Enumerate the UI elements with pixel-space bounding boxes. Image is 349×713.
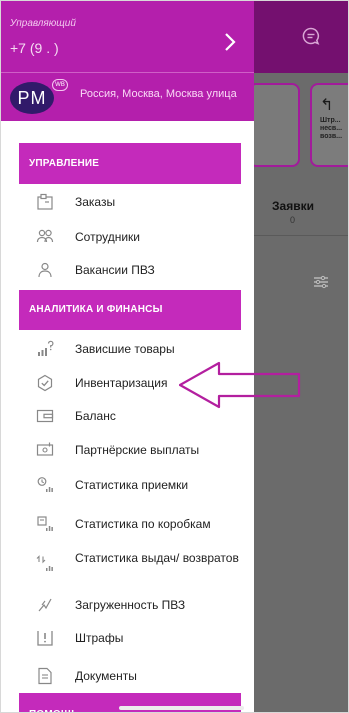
menu-item-stuck-goods[interactable]: Зависшие товары (19, 334, 249, 364)
section-help: ПОМОЩЬ (19, 693, 241, 712)
chevron-right-icon[interactable] (222, 32, 238, 52)
divider (254, 235, 348, 236)
tab-requests[interactable]: Заявки (272, 199, 314, 213)
menu-item-label: Штрафы (75, 631, 124, 645)
menu-item-acceptance-stats[interactable]: Статистика приемки (19, 470, 249, 500)
menu-item-orders[interactable]: Заказы (19, 187, 249, 217)
orders-icon (37, 193, 53, 210)
navigation-drawer: Управляющий +7 (9 . ) PM WB Россия, Моск… (1, 1, 254, 712)
menu-item-load[interactable]: Загруженность ПВЗ (19, 590, 249, 620)
menu-item-employees[interactable]: Сотрудники (19, 222, 249, 252)
employees-icon (36, 229, 54, 243)
background-header (254, 1, 348, 73)
menu-item-box-stats[interactable]: Статистика по коробкам (19, 509, 249, 539)
partner-payouts-icon (36, 442, 54, 456)
documents-icon (38, 667, 52, 685)
issue-return-stats-icon (36, 555, 53, 571)
balance-icon (36, 409, 54, 423)
return-arrow-icon: ↰ (320, 97, 334, 114)
drawer-header[interactable]: Управляющий +7 (9 . ) PM WB Россия, Моск… (1, 1, 254, 121)
acceptance-stats-icon (37, 477, 53, 492)
tab-requests-count: 0 (290, 215, 296, 225)
inventory-icon (37, 374, 53, 392)
section-management: УПРАВЛЕНИЕ (19, 143, 241, 184)
menu-item-issue-return-stats[interactable]: Статистика выдач/ возвратов (19, 549, 249, 579)
stuck-goods-icon (38, 340, 54, 356)
background-card-returns[interactable]: ↰ Штр... несв... возв... (310, 83, 348, 167)
user-role: Управляющий (10, 18, 76, 29)
background-card[interactable] (248, 83, 300, 167)
fines-icon (37, 631, 53, 646)
user-phone: +7 (9 . ) (10, 40, 59, 56)
menu-item-label: Статистика приемки (75, 478, 189, 492)
chat-icon[interactable] (302, 27, 320, 45)
menu-item-label: Статистика по коробкам (75, 517, 211, 531)
screen: ↰ Штр... несв... возв... Заявки 0 Управл… (0, 0, 349, 713)
menu-item-label: Заказы (75, 195, 116, 209)
avatar-badge: WB (52, 79, 68, 91)
background-app: ↰ Штр... несв... возв... Заявки 0 (248, 1, 348, 712)
avatar[interactable]: PM (10, 82, 54, 114)
menu-item-label: Партнёрские выплаты (75, 443, 200, 457)
menu-item-label: Вакансии ПВЗ (75, 263, 155, 277)
box-stats-icon (37, 516, 53, 531)
menu-item-label: Статистика выдач/ возвратов (75, 551, 239, 565)
menu-item-partner-payouts[interactable]: Партнёрские выплаты (19, 435, 249, 465)
menu-item-label: Документы (75, 669, 137, 683)
section-analytics: АНАЛИТИКА И ФИНАНСЫ (19, 290, 241, 330)
menu-item-fines[interactable]: Штрафы (19, 623, 249, 653)
filter-icon[interactable] (313, 275, 329, 289)
annotation-arrow-icon (179, 361, 301, 409)
vacancies-icon (38, 262, 52, 278)
menu-item-label: Загруженность ПВЗ (75, 598, 186, 612)
load-icon (38, 598, 52, 612)
card-text: Штр... несв... возв... (320, 117, 343, 140)
menu-item-documents[interactable]: Документы (19, 661, 249, 691)
menu-item-vacancies[interactable]: Вакансии ПВЗ (19, 255, 249, 285)
header-divider (1, 72, 254, 73)
menu-item-label: Зависшие товары (75, 342, 175, 356)
pickup-point-address: Россия, Москва, Москва улица (80, 88, 237, 100)
home-indicator (119, 706, 244, 710)
menu-item-label: Сотрудники (75, 230, 140, 244)
